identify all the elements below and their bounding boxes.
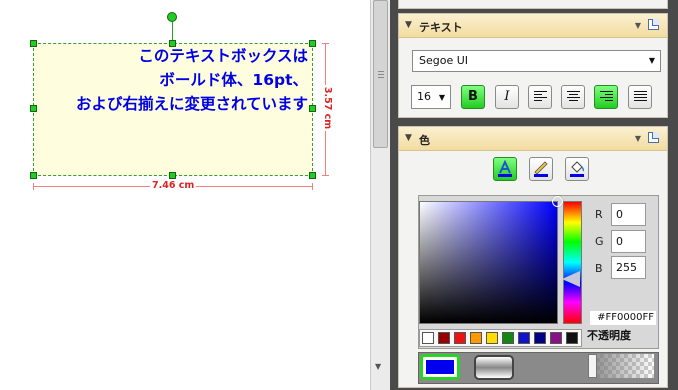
color-swatch[interactable] (534, 332, 546, 344)
align-right-button[interactable] (594, 85, 618, 109)
previous-pane-edge (398, 0, 668, 9)
color-swatch[interactable] (550, 332, 562, 344)
rotation-connector (172, 22, 173, 42)
dimension-tick (322, 175, 329, 176)
color-swatch[interactable] (470, 332, 482, 344)
resize-handle-left[interactable] (30, 105, 37, 112)
collapse-arrow-icon[interactable]: ▼ (635, 134, 641, 143)
align-left-button[interactable] (528, 85, 552, 109)
italic-button[interactable]: I (495, 85, 519, 109)
color-swatch[interactable] (518, 332, 530, 344)
resize-handle-bottom[interactable] (169, 172, 176, 179)
bold-button[interactable]: B (461, 85, 485, 109)
resize-handle-bottom-right[interactable] (309, 172, 316, 179)
solid-fill-preview[interactable] (420, 354, 460, 380)
resize-handle-top-right[interactable] (309, 40, 316, 47)
red-input[interactable]: 0 (611, 203, 646, 226)
opacity-slider-thumb[interactable] (588, 354, 597, 378)
collapse-arrow-icon[interactable]: ▼ (635, 21, 641, 30)
gradient-fill-preview[interactable] (474, 355, 514, 380)
rotation-handle[interactable] (167, 12, 177, 22)
resize-handle-right[interactable] (309, 105, 316, 112)
color-swatch[interactable] (454, 332, 466, 344)
text-pane-title: テキスト (419, 21, 463, 34)
dropdown-arrow-icon: ▼ (438, 93, 445, 102)
saturation-value-square[interactable] (419, 201, 558, 324)
green-input[interactable]: 0 (611, 230, 646, 253)
hue-slider-marker[interactable] (562, 271, 580, 287)
text-pane-header[interactable]: ▼ テキスト ▼ (399, 14, 667, 38)
color-swatch[interactable] (422, 332, 434, 344)
color-swatch[interactable] (502, 332, 514, 344)
font-family-select[interactable]: Segoe UI ▼ (412, 50, 661, 72)
text-line: ボールド体、16pt、 (159, 71, 308, 89)
align-center-icon (567, 91, 580, 103)
color-pane-header[interactable]: ▼ 色 ▼ (399, 127, 667, 151)
resize-handle-top[interactable] (169, 40, 176, 47)
align-left-icon (534, 91, 547, 103)
saturation-value-marker[interactable] (552, 196, 563, 207)
font-family-value: Segoe UI (419, 54, 469, 67)
blue-label: B (595, 262, 603, 275)
opacity-slider-track[interactable] (588, 354, 654, 378)
vertical-scrollbar[interactable]: ▼ (370, 0, 390, 390)
text-line: および右揃えに変更されています (75, 95, 308, 113)
width-dimension-label: 7.46 cm (150, 180, 197, 192)
scrollbar-thumb[interactable] (373, 0, 388, 148)
align-right-icon (600, 91, 613, 103)
color-swatch[interactable] (486, 332, 498, 344)
dimension-tick (33, 183, 34, 190)
dropdown-arrow-icon: ▼ (648, 56, 655, 65)
scrollbar-grip-icon (378, 71, 384, 78)
align-center-button[interactable] (561, 85, 585, 109)
line-color-mode-button[interactable] (529, 157, 553, 181)
blue-input[interactable]: 255 (611, 256, 646, 279)
text-color-mode-button[interactable] (493, 157, 517, 181)
height-dimension-label: 3.57 cm (321, 84, 334, 132)
font-size-value: 16 (417, 90, 431, 103)
font-size-select[interactable]: 16 ▼ (411, 85, 451, 109)
text-box[interactable]: このテキストボックスは ボールド体、16pt、 および右揃えに変更されています (33, 43, 313, 176)
green-label: G (595, 235, 604, 248)
justify-button[interactable] (628, 85, 652, 109)
hex-color-field[interactable]: #FF0000FF (590, 311, 656, 325)
hue-slider[interactable] (563, 201, 582, 324)
fill-bucket-icon (570, 161, 585, 177)
float-pane-icon[interactable] (648, 19, 659, 30)
expand-triangle-icon[interactable]: ▼ (405, 133, 412, 143)
float-pane-icon[interactable] (648, 132, 659, 143)
color-swatch[interactable] (566, 332, 578, 344)
resize-handle-bottom-left[interactable] (30, 172, 37, 179)
opacity-label: 不透明度 (587, 329, 631, 342)
expand-triangle-icon[interactable]: ▼ (405, 20, 412, 30)
drawing-canvas[interactable]: このテキストボックスは ボールド体、16pt、 および右揃えに変更されています … (0, 0, 370, 390)
resize-handle-top-left[interactable] (30, 40, 37, 47)
text-box-content[interactable]: このテキストボックスは ボールド体、16pt、 および右揃えに変更されています (76, 44, 308, 116)
dimension-tick (312, 183, 313, 190)
color-swatch[interactable] (438, 332, 450, 344)
red-label: R (595, 208, 603, 221)
line-color-icon (534, 161, 548, 177)
color-pane-title: 色 (419, 134, 430, 147)
dimension-tick (322, 43, 329, 44)
text-color-icon (498, 159, 512, 177)
scroll-down-arrow-icon[interactable]: ▼ (375, 362, 381, 371)
text-line: このテキストボックスは (138, 47, 308, 65)
fill-color-mode-button[interactable] (565, 157, 589, 181)
justify-icon (634, 91, 647, 103)
